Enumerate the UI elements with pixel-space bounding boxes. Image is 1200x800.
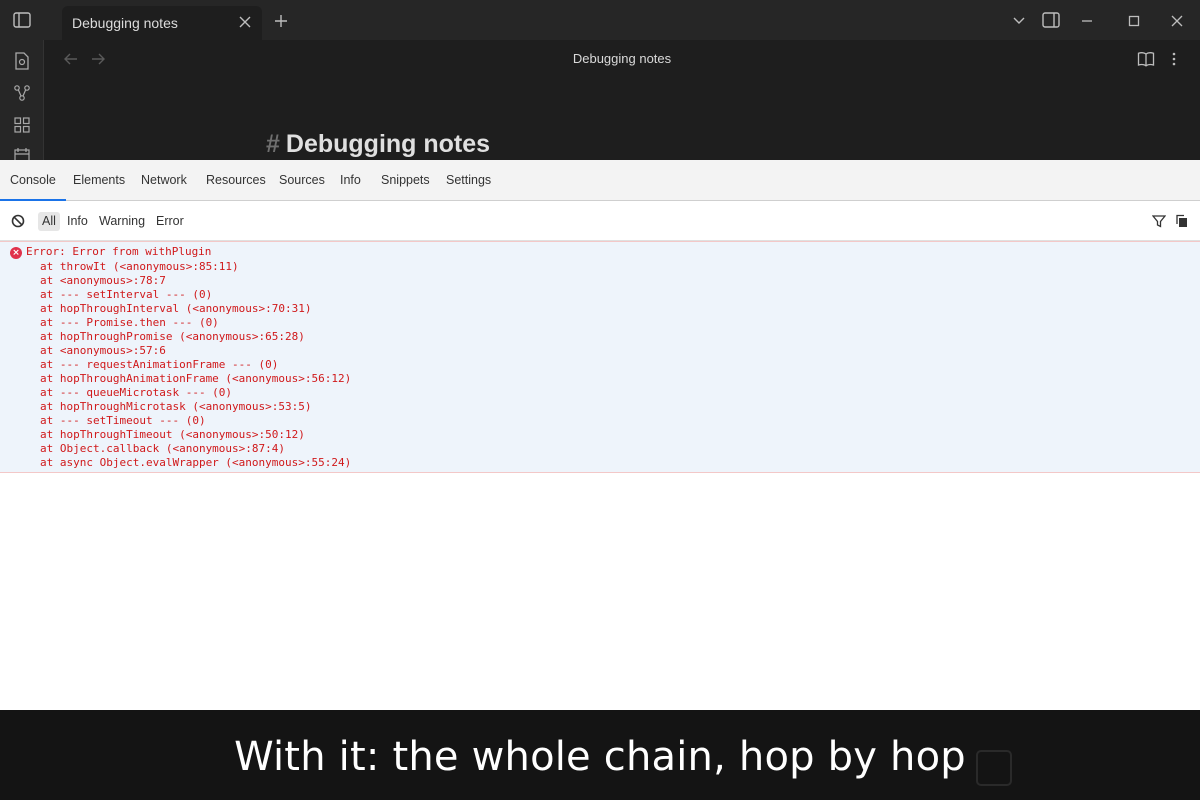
note-view: Debugging notes # Debugging notes — [44, 40, 1200, 160]
page-title: # Debugging notes — [266, 130, 490, 159]
stack-frame: at <anonymous>:78:7 — [40, 274, 166, 287]
copy-icon[interactable] — [1174, 213, 1190, 229]
stack-frame: at --- Promise.then --- (0) — [40, 316, 219, 329]
heading-text: Debugging notes — [285, 130, 491, 158]
tab-title: Debugging notes — [72, 15, 178, 31]
maximize-icon[interactable] — [1125, 12, 1143, 30]
stack-frame: at --- setTimeout --- (0) — [40, 414, 206, 427]
file-search-icon[interactable] — [12, 51, 32, 71]
stack-frame: at async Object.evalWrapper (<anonymous>… — [40, 456, 352, 469]
tab-resources[interactable]: Resources — [206, 160, 266, 201]
grid-icon[interactable] — [12, 115, 32, 135]
app-window: Debugging notes Debugging notes # Debugg… — [0, 0, 1200, 800]
tab-snippets[interactable]: Snippets — [381, 160, 430, 201]
stack-frame: at <anonymous>:57:6 — [40, 344, 166, 357]
sidebar-toggle-icon[interactable] — [12, 11, 32, 29]
stack-trace: at throwIt (<anonymous>:85:11) at <anony… — [40, 260, 351, 470]
stack-frame: at hopThroughTimeout (<anonymous>:50:12) — [40, 428, 305, 441]
devtools-panel: Console Elements Network Resources Sourc… — [0, 160, 1200, 710]
console-error-entry: × Error: Error from withPlugin at throwI… — [0, 241, 1200, 473]
new-tab-icon[interactable] — [272, 12, 290, 30]
tab-console[interactable]: Console — [0, 160, 66, 201]
tab-sources[interactable]: Sources — [279, 160, 325, 201]
stack-frame: at --- setInterval --- (0) — [40, 288, 213, 301]
heading-hash: # — [266, 130, 280, 158]
error-icon: × — [10, 247, 22, 259]
console-toolbar: All Info Warning Error — [0, 201, 1200, 241]
close-icon[interactable] — [236, 13, 254, 31]
error-message: Error: Error from withPlugin — [26, 245, 212, 258]
reading-view-icon[interactable] — [1137, 50, 1155, 68]
tab-settings[interactable]: Settings — [446, 160, 491, 201]
tab-elements[interactable]: Elements — [73, 160, 125, 201]
stack-frame: at throwIt (<anonymous>:85:11) — [40, 260, 239, 273]
stack-frame: at hopThroughPromise (<anonymous>:65:28) — [40, 330, 305, 343]
filter-icon[interactable] — [1151, 213, 1167, 229]
window-close-icon[interactable] — [1168, 12, 1186, 30]
graph-icon[interactable] — [12, 83, 32, 103]
stack-frame: at --- requestAnimationFrame --- (0) — [40, 358, 279, 371]
level-error[interactable]: Error — [152, 212, 188, 231]
title-bar: Debugging notes — [0, 0, 1200, 40]
right-sidebar-toggle-icon[interactable] — [1041, 11, 1061, 29]
stack-frame: at hopThroughAnimationFrame (<anonymous>… — [40, 372, 352, 385]
more-options-icon[interactable] — [1165, 50, 1183, 68]
tab-network[interactable]: Network — [141, 160, 187, 201]
level-all[interactable]: All — [38, 212, 60, 231]
tab-info[interactable]: Info — [340, 160, 361, 201]
stack-frame: at --- queueMicrotask --- (0) — [40, 386, 233, 399]
level-info[interactable]: Info — [63, 212, 92, 231]
stack-frame: at hopThroughInterval (<anonymous>:70:31… — [40, 302, 312, 315]
stack-frame: at Object.callback (<anonymous>:87:4) — [40, 442, 286, 455]
stack-frame: at hopThroughMicrotask (<anonymous>:53:5… — [40, 400, 312, 413]
devtools-tabs: Console Elements Network Resources Sourc… — [0, 160, 1200, 201]
caption-bar: With it: the whole chain, hop by hop — [0, 710, 1200, 800]
caption-text: With it: the whole chain, hop by hop — [234, 734, 966, 780]
note-header-title: Debugging notes — [572, 51, 672, 66]
tab-debugging-notes[interactable]: Debugging notes — [62, 6, 262, 40]
left-ribbon — [0, 40, 44, 163]
chevron-down-icon[interactable] — [1010, 12, 1028, 30]
level-warning[interactable]: Warning — [95, 212, 149, 231]
clear-console-icon[interactable] — [10, 213, 26, 229]
minimize-icon[interactable] — [1078, 12, 1096, 30]
